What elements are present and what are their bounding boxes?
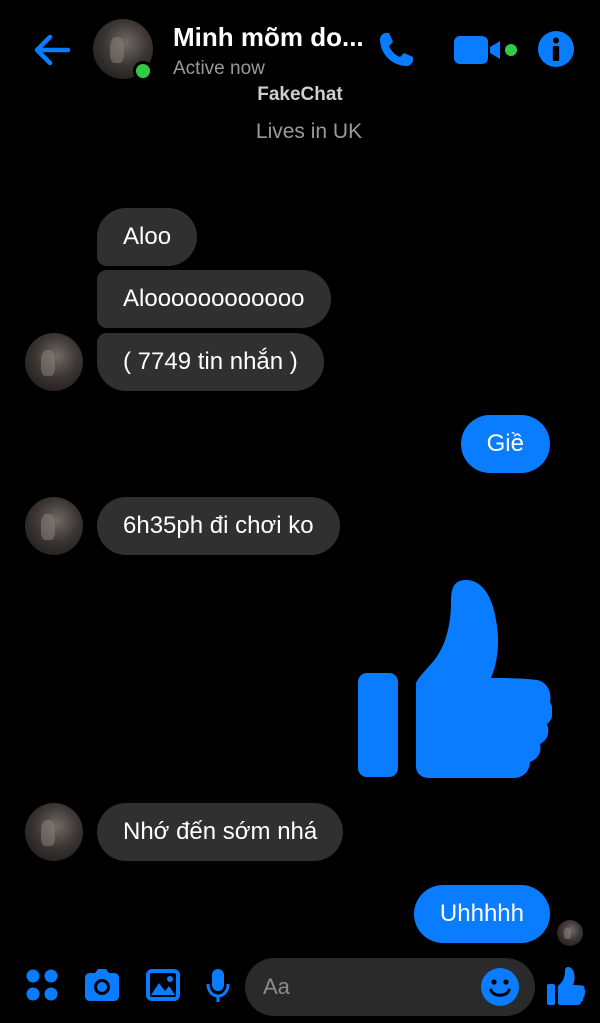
back-arrow-icon[interactable] [30, 28, 74, 72]
thumbs-up-icon[interactable] [356, 578, 552, 780]
phone-icon[interactable] [374, 28, 418, 72]
incoming-message[interactable]: ( 7749 tin nhắn ) [97, 333, 324, 391]
chat-screen: Minh mõm do... Active now FakeChat Lives… [0, 0, 600, 1023]
watermark: FakeChat [257, 84, 343, 105]
emoji-icon[interactable] [480, 967, 520, 1007]
contact-name[interactable]: Minh mõm do... [173, 22, 364, 53]
thumbs-up-icon[interactable] [546, 966, 586, 1006]
apps-grid-icon[interactable] [25, 968, 59, 1002]
sender-avatar [25, 333, 83, 391]
incoming-message[interactable]: Aloo [97, 208, 198, 266]
incoming-message[interactable]: 6h35ph đi chơi ko [97, 497, 340, 555]
active-status: Active now [173, 58, 265, 79]
incoming-message[interactable]: Aloooooooooooo [97, 270, 331, 328]
info-icon[interactable] [537, 30, 575, 68]
outgoing-message[interactable]: Giề [460, 415, 550, 473]
incoming-message[interactable]: Nhớ đến sớm nhá [97, 803, 344, 861]
contact-location: Lives in UK [255, 120, 363, 143]
camera-icon[interactable] [82, 968, 122, 1002]
online-status-dot [133, 61, 153, 81]
gallery-icon[interactable] [145, 968, 181, 1002]
outgoing-message[interactable]: Uhhhhh [413, 885, 550, 943]
seen-receipt-avatar [557, 920, 583, 946]
sender-avatar [25, 497, 83, 555]
microphone-icon[interactable] [206, 968, 230, 1004]
sender-avatar [25, 803, 83, 861]
chat-header: Minh mõm do... Active now [0, 0, 600, 90]
video-call-icon[interactable] [450, 30, 522, 70]
